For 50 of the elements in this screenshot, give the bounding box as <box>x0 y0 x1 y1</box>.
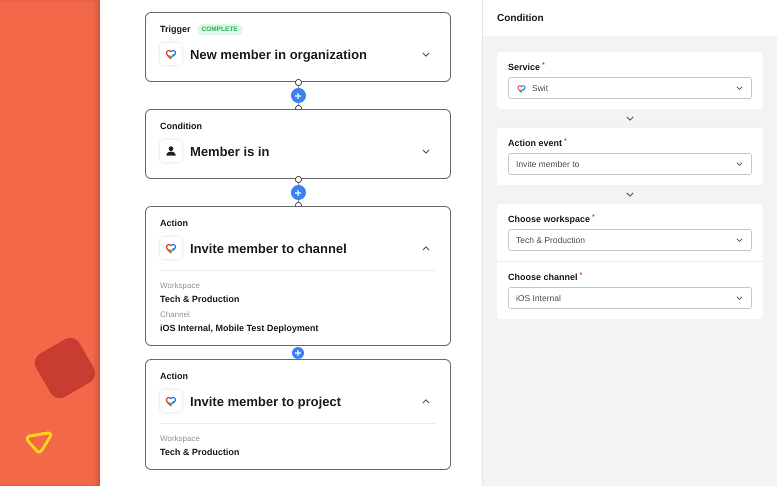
chevron-down-icon[interactable] <box>736 238 743 242</box>
heart-logo-icon <box>164 241 178 255</box>
field-label: Service <box>508 62 540 72</box>
heart-logo-icon <box>164 394 178 408</box>
step-card[interactable]: Condition Member is in <box>145 109 451 179</box>
plus-icon <box>293 188 303 198</box>
step-title: Member is in <box>190 144 270 158</box>
chevron-down-icon[interactable] <box>626 192 634 197</box>
chevron-down-icon[interactable] <box>626 116 634 121</box>
step-title: Invite member to project <box>190 394 342 408</box>
chevron-down-icon[interactable] <box>736 296 743 300</box>
add-step-button[interactable] <box>292 346 304 358</box>
collapse-chevron-icon[interactable] <box>422 398 430 404</box>
field-label: Choose channel <box>508 272 578 282</box>
step-card[interactable]: Action Invite member to project Workspace Tech & Production <box>145 359 451 470</box>
heart-logo-icon <box>516 82 527 94</box>
select-field[interactable]: Invite member to <box>508 153 752 175</box>
field-label: Channel <box>160 310 191 319</box>
person-icon <box>164 144 178 158</box>
panel-title: Condition <box>497 12 544 24</box>
field-value: iOS Internal, Mobile Test Deployment <box>160 323 320 333</box>
chevron-down-icon[interactable] <box>736 86 743 90</box>
collapse-chevron-icon[interactable] <box>422 246 430 250</box>
chevron-down-icon[interactable] <box>422 52 430 56</box>
step-label: Condition <box>160 121 202 131</box>
connector-node <box>294 79 302 86</box>
field-value: Tech & Production <box>160 447 240 457</box>
step-card[interactable]: Action Invite member to channel Workspace Tech & Production Channel iOS Internal, Mobile Test Deployment <box>145 206 451 346</box>
step-label: Action <box>160 371 188 381</box>
step-label: Trigger <box>160 24 191 34</box>
step-title: Invite member to channel <box>190 240 348 256</box>
field-label: Action event <box>508 138 562 148</box>
chevron-down-icon[interactable] <box>736 162 743 166</box>
field-label: Choose workspace <box>508 214 590 224</box>
add-step-button[interactable] <box>290 185 306 200</box>
field-value: Tech & Production <box>160 294 240 304</box>
plus-icon <box>293 90 303 100</box>
step-title: New member in organization <box>190 46 368 62</box>
connector-node <box>294 176 302 183</box>
triangle-logo <box>26 432 52 454</box>
select-field[interactable]: iOS Internal <box>508 287 752 309</box>
add-step-button[interactable] <box>290 88 306 103</box>
plus-icon <box>293 348 303 358</box>
select-field[interactable]: Swit <box>508 77 752 99</box>
chevron-down-icon[interactable] <box>422 148 430 154</box>
step-label: Action <box>160 218 188 228</box>
heart-logo-icon <box>164 47 178 61</box>
select-field[interactable]: Tech & Production <box>508 229 752 251</box>
field-label: Workspace <box>160 434 201 443</box>
field-label: Workspace <box>160 281 201 290</box>
